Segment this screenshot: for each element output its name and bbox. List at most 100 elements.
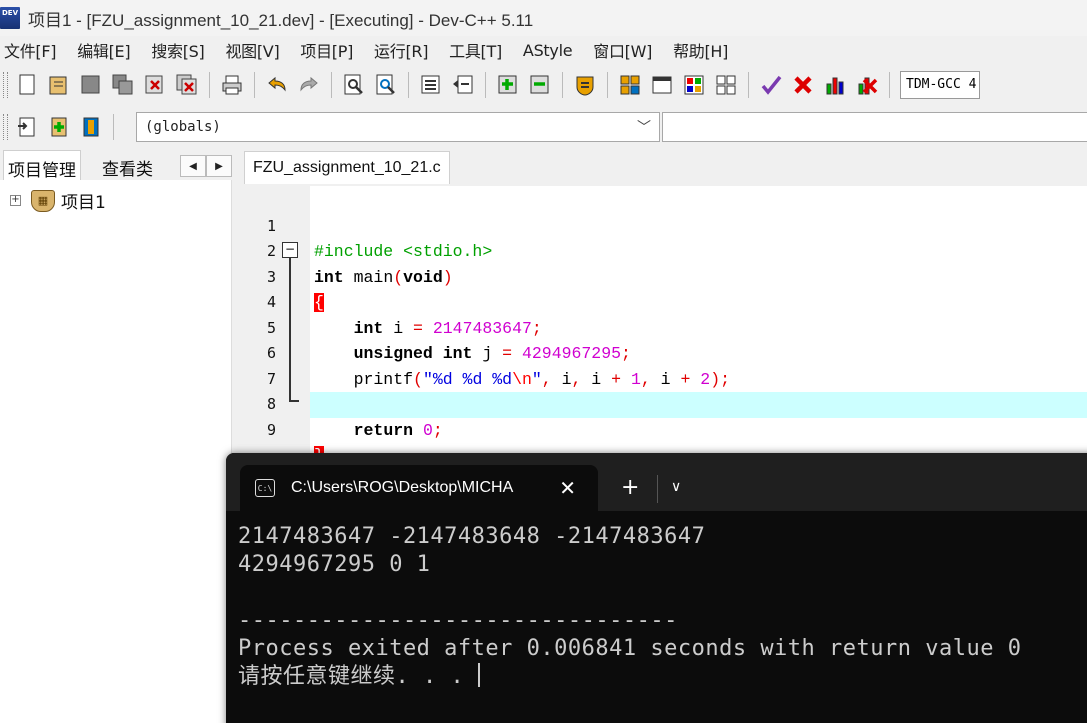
menu-file[interactable]: 文件[F] [0, 38, 67, 62]
chevron-down-icon[interactable]: ∨ [671, 479, 681, 495]
window-icon[interactable] [649, 72, 675, 98]
toolbar-separator [408, 72, 409, 98]
main-toolbar: TDM-GCC 4.9.2 64-bit Release [0, 66, 1087, 104]
undo-icon[interactable] [264, 72, 290, 98]
project-panel: 项目管理 查看类 ◀ ▶ + ▦ 项目1 [0, 148, 238, 723]
menu-edit[interactable]: 编辑[E] [73, 38, 141, 62]
editor-tabs: FZU_assignment_10_21.c [240, 148, 1087, 184]
menu-view[interactable]: 视图[V] [221, 38, 290, 62]
replace-icon[interactable] [373, 72, 399, 98]
toolbar-separator [209, 72, 210, 98]
check-syntax-icon[interactable] [758, 72, 784, 98]
close-icon[interactable]: ✕ [559, 476, 576, 500]
code-line: 3 { [242, 239, 1087, 312]
terminal-window[interactable]: C:\ C:\Users\ROG\Desktop\MICHA ✕ + ∨ 214… [226, 453, 1087, 723]
toolbar-grip[interactable] [3, 72, 8, 98]
toggle-bookmark-icon[interactable] [46, 114, 72, 140]
open-file-icon[interactable] [46, 72, 72, 98]
arrow-left-icon[interactable]: ◀ [180, 155, 206, 177]
add-to-project-icon[interactable] [495, 72, 521, 98]
fold-collapse-icon[interactable]: − [282, 242, 298, 258]
app-icon: DEV [0, 7, 20, 29]
indent-icon[interactable] [418, 72, 444, 98]
menu-run[interactable]: 运行[R] [370, 38, 439, 62]
menu-search[interactable]: 搜索[S] [147, 38, 215, 62]
output-line: 4294967295 0 1 [238, 552, 431, 577]
dev-cpp-window: DEV 项目1 - [FZU_assignment_10_21.dev] - [… [0, 0, 1087, 723]
chart-icon[interactable] [822, 72, 848, 98]
scope-combo-value: (globals) [145, 119, 221, 135]
project-tree: + ▦ 项目1 [0, 180, 232, 723]
fold-guide-end [289, 400, 299, 402]
toolbar-separator [607, 72, 608, 98]
menu-help[interactable]: 帮助[H] [669, 38, 739, 62]
toolbar-separator [113, 114, 114, 140]
line-number: 9 [266, 420, 276, 439]
delete-profile-icon[interactable] [854, 72, 880, 98]
output-line: -------------------------------- [238, 608, 678, 633]
terminal-output: 2147483647 -2147483648 -2147483647 429496… [238, 523, 1021, 691]
goto-bookmark-icon[interactable] [78, 114, 104, 140]
close-file-icon[interactable] [142, 72, 168, 98]
title-bar: DEV 项目1 - [FZU_assignment_10_21.dev] - [… [0, 0, 1087, 36]
output-line: 2147483647 -2147483648 -2147483647 [238, 524, 706, 549]
tab-separator [657, 475, 658, 503]
menu-bar: 文件[F] 编辑[E] 搜索[S] 视图[V] 项目[P] 运行[R] 工具[T… [0, 36, 1087, 64]
code-line: 8 return 0; [242, 367, 1087, 440]
toolbar-separator [562, 72, 563, 98]
tab-project-manager[interactable]: 项目管理 [3, 150, 81, 181]
toolbar-separator [254, 72, 255, 98]
class-view-icon[interactable] [681, 72, 707, 98]
tab-scroll-arrows: ◀ ▶ [180, 155, 232, 177]
menu-tools[interactable]: 工具[T] [445, 38, 513, 62]
menu-project[interactable]: 项目[P] [296, 38, 364, 62]
code-line: 1 #include <stdio.h> [242, 188, 1087, 262]
code-line: 2 int main(void) [242, 214, 1087, 287]
toolbar-separator [331, 72, 332, 98]
terminal-tab[interactable]: C:\ C:\Users\ROG\Desktop\MICHA ✕ [240, 465, 598, 511]
arrow-right-icon[interactable]: ▶ [206, 155, 232, 177]
terminal-tab-title: C:\Users\ROG\Desktop\MICHA [291, 479, 514, 496]
close-all-icon[interactable] [174, 72, 200, 98]
tree-item-project[interactable]: + ▦ 项目1 [10, 188, 106, 213]
stop-icon[interactable] [790, 72, 816, 98]
compiler-select[interactable]: TDM-GCC 4.9.2 64-bit Release [900, 71, 980, 99]
toolbar-grip[interactable] [3, 114, 8, 140]
code-text: return 0; [353, 420, 443, 440]
code-line: 6 printf("%d %d %d\n", i, i + 1, i + 2); [242, 316, 1087, 389]
unindent-icon[interactable] [450, 72, 476, 98]
tree-item-label: 项目1 [61, 193, 106, 213]
output-prompt-line: 请按任意键继续. . . [238, 663, 1021, 691]
fold-guide [289, 258, 291, 400]
redo-icon[interactable] [296, 72, 322, 98]
insert-icon[interactable] [14, 114, 40, 140]
tile-icon[interactable] [617, 72, 643, 98]
save-all-icon[interactable] [110, 72, 136, 98]
code-line: 4 int i = 2147483647; [242, 265, 1087, 338]
save-icon[interactable] [78, 72, 104, 98]
print-icon[interactable] [219, 72, 245, 98]
new-file-icon[interactable] [14, 72, 40, 98]
expand-icon[interactable]: + [10, 195, 21, 206]
menu-astyle[interactable]: AStyle [519, 41, 583, 60]
tab-source-file[interactable]: FZU_assignment_10_21.c [244, 151, 450, 184]
tab-class-browser[interactable]: 查看类 [98, 150, 157, 180]
members-combo[interactable] [662, 112, 1087, 142]
window-title: 项目1 - [FZU_assignment_10_21.dev] - [Exec… [28, 10, 534, 30]
project-options-icon[interactable] [572, 72, 598, 98]
new-tab-icon[interactable]: + [621, 475, 639, 500]
remove-from-project-icon[interactable] [527, 72, 553, 98]
code-line: 9 } [242, 392, 1087, 465]
terminal-tab-bar: C:\ C:\Users\ROG\Desktop\MICHA ✕ + ∨ [226, 453, 1087, 511]
layout-icon[interactable] [713, 72, 739, 98]
cmd-icon: C:\ [255, 479, 275, 497]
chevron-down-icon[interactable]: ﹀ [637, 117, 651, 137]
find-icon[interactable] [341, 72, 367, 98]
menu-window[interactable]: 窗口[W] [589, 38, 663, 62]
toolbar-separator [485, 72, 486, 98]
toolbar-separator [889, 72, 890, 98]
scope-combo[interactable]: (globals) ﹀ [136, 112, 660, 142]
code-line: 5 unsigned int j = 4294967295; [242, 290, 1087, 364]
text-cursor [478, 663, 481, 687]
